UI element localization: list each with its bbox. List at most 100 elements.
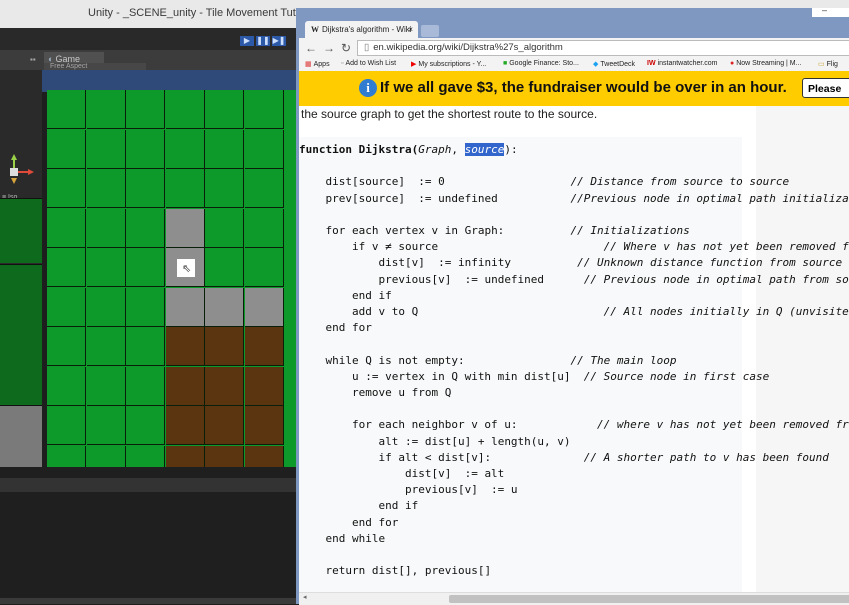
browser-tab-dijkstra[interactable]: W Dijkstra's algorithm - Wiki × — [305, 21, 418, 38]
code-comment: // The main loop — [570, 353, 677, 367]
grid-tile[interactable] — [244, 208, 284, 248]
grid-tile[interactable] — [205, 90, 244, 129]
grid-tile[interactable] — [47, 287, 86, 327]
forward-icon[interactable]: → — [323, 41, 335, 55]
game-view[interactable]: ⇖ — [47, 90, 297, 467]
grid-tile[interactable] — [244, 445, 284, 467]
grid-tile[interactable] — [47, 248, 86, 287]
grid-tile[interactable] — [205, 445, 244, 467]
code-comment: // Previous node in optimal path from so… — [583, 272, 849, 286]
back-icon[interactable]: ← — [305, 41, 317, 55]
bookmark-youtube[interactable]: ▶ My subscriptions - Y... — [411, 60, 486, 68]
code-line: dist[source] := 0 — [325, 175, 445, 189]
bookmark-instantwatcher[interactable]: IW instantwatcher.com — [647, 60, 717, 67]
grid-tile[interactable] — [205, 287, 244, 327]
step-button[interactable]: ▶❚ — [272, 36, 286, 46]
grid-tile[interactable] — [47, 169, 86, 208]
grid-tile[interactable] — [205, 366, 244, 406]
grid-tile[interactable] — [165, 208, 205, 248]
grid-tile[interactable] — [126, 287, 165, 327]
grid-tile[interactable] — [47, 366, 86, 406]
grid-tile[interactable] — [126, 129, 165, 169]
panel-menu-icon[interactable]: ▪▪ — [30, 55, 36, 64]
grid-tile[interactable] — [165, 366, 205, 406]
bookmark-apps[interactable]: ▦ Apps — [305, 60, 330, 68]
article-content: the source graph to get the shortest rou… — [299, 106, 849, 592]
scene-gizmo-icon[interactable] — [2, 150, 38, 190]
grid-tile[interactable] — [165, 327, 205, 366]
grid-tile[interactable] — [165, 90, 205, 129]
grid-tile[interactable] — [86, 169, 126, 208]
bookmark-label: TweetDeck — [600, 61, 636, 68]
grid-tile[interactable] — [126, 366, 165, 406]
grid-tile[interactable] — [244, 169, 284, 208]
code-line: if v ≠ source — [351, 240, 439, 254]
bookmark-label: Now Streaming | M... — [736, 60, 802, 67]
scrollbar-thumb[interactable] — [449, 595, 849, 603]
grid-tile[interactable] — [126, 248, 165, 287]
play-button[interactable]: ▶ — [240, 36, 254, 46]
grid-tile[interactable] — [47, 445, 86, 467]
grid-tile[interactable] — [244, 90, 284, 129]
grid-tile[interactable] — [86, 129, 126, 169]
grid-tile[interactable] — [165, 129, 205, 169]
grid-tile[interactable] — [86, 248, 126, 287]
grid-tile[interactable] — [244, 366, 284, 406]
grid-tile[interactable] — [165, 169, 205, 208]
grid-tile[interactable] — [205, 327, 244, 366]
grid-tile[interactable] — [205, 169, 244, 208]
grid-tile[interactable] — [47, 208, 86, 248]
grid-tile[interactable] — [47, 406, 86, 445]
grid-tile[interactable] — [244, 327, 284, 366]
grid-tile[interactable] — [86, 406, 126, 445]
url-text: en.wikipedia.org/wiki/Dijkstra%27s_algor… — [373, 42, 563, 53]
grid-tile[interactable] — [47, 129, 86, 169]
player-unit[interactable]: ⇖ — [177, 259, 195, 277]
minimize-icon[interactable]: – — [822, 5, 827, 15]
horizontal-scrollbar[interactable]: ◂ — [299, 592, 849, 605]
bookmark-google-finance[interactable]: ■ Google Finance: Sto... — [503, 60, 579, 67]
grid-tile[interactable] — [126, 406, 165, 445]
grid-tile[interactable] — [86, 208, 126, 248]
grid-tile[interactable] — [86, 287, 126, 327]
bookmark-tweetdeck[interactable]: ◆ TweetDeck — [593, 60, 635, 68]
scene-view[interactable]: ≡ Iso — [0, 70, 42, 536]
grid-tile[interactable] — [205, 248, 244, 287]
unity-toolbar: ▶ ❚❚ ▶❚ — [0, 28, 300, 50]
grid-tile[interactable] — [126, 445, 165, 467]
grid-tile[interactable] — [126, 327, 165, 366]
grid-tile[interactable] — [86, 366, 126, 406]
grid-tile[interactable] — [126, 169, 165, 208]
grid-tile[interactable] — [244, 129, 284, 169]
grid-tile[interactable] — [126, 90, 165, 129]
tweetdeck-icon: ◆ — [593, 61, 599, 68]
bookmark-now-streaming[interactable]: ● Now Streaming | M... — [730, 60, 801, 67]
grid-tile[interactable] — [244, 287, 284, 327]
donate-button[interactable]: Please — [802, 78, 849, 98]
grid-tile[interactable] — [205, 208, 244, 248]
address-bar[interactable]: ▯ en.wikipedia.org/wiki/Dijkstra%27s_algo… — [357, 40, 849, 56]
grid-tile[interactable] — [165, 445, 205, 467]
grid-tile[interactable] — [87, 445, 126, 467]
code-line: prev[source] := undefined — [325, 191, 498, 205]
grid-tile[interactable] — [244, 248, 284, 287]
bookmark-wishlist[interactable]: ▫ Add to Wish List — [341, 60, 396, 67]
grid-tile[interactable] — [126, 208, 165, 248]
grid-tile[interactable] — [165, 287, 205, 327]
banner-text: If we all gave $3, the fundraiser would … — [380, 79, 787, 96]
bookmark-folder[interactable]: ▭ Flig — [818, 60, 838, 68]
grid-tile[interactable] — [205, 129, 244, 169]
close-icon[interactable]: × — [408, 21, 413, 38]
grid-tile[interactable] — [244, 406, 284, 445]
grid-tile[interactable] — [86, 327, 126, 366]
scroll-left-icon[interactable]: ◂ — [303, 593, 307, 601]
grid-tile[interactable] — [47, 90, 86, 129]
pause-button[interactable]: ❚❚ — [256, 36, 270, 46]
reload-icon[interactable]: ↻ — [341, 41, 351, 55]
play-controls: ▶ ❚❚ ▶❚ — [240, 36, 286, 46]
grid-tile[interactable] — [86, 90, 126, 129]
grid-tile[interactable] — [47, 327, 86, 366]
grid-tile[interactable] — [165, 406, 205, 445]
grid-tile[interactable] — [205, 406, 244, 445]
new-tab-button[interactable] — [421, 25, 439, 37]
